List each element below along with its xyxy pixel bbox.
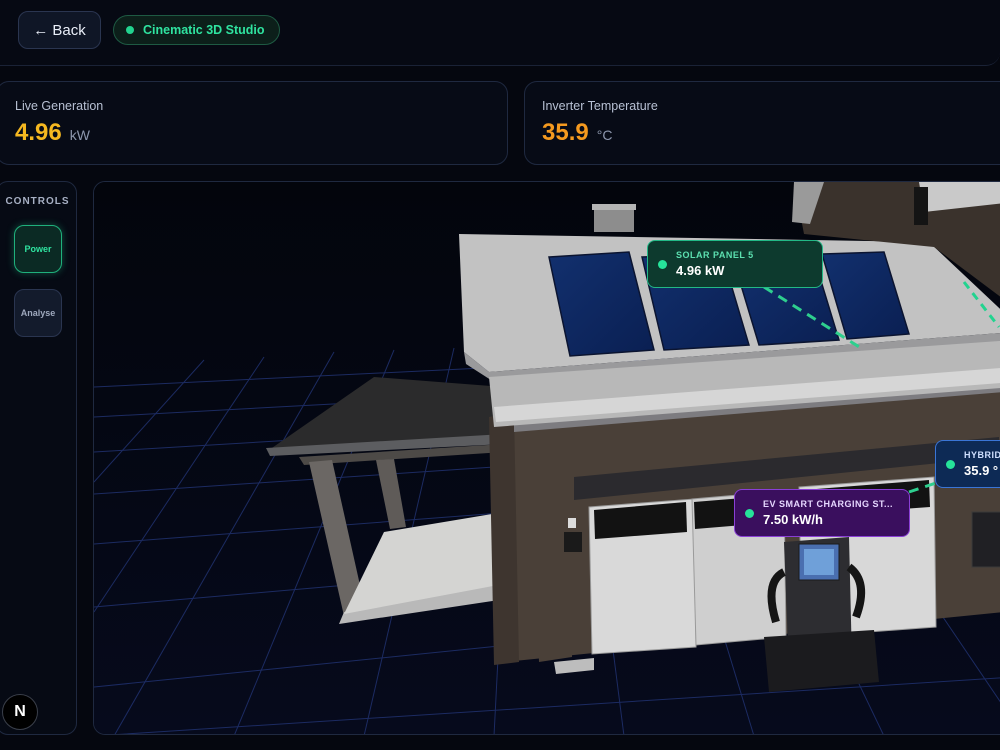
live-generation-value-row: 4.96 kW (15, 119, 90, 147)
hybrid-inverter-tag[interactable]: HYBRID 35.9 ° (935, 440, 1000, 488)
controls-title: CONTROLS (5, 196, 70, 207)
analyse-button[interactable]: Analyse (14, 289, 62, 337)
solar-tag-value: 4.96 kW (676, 263, 725, 278)
ev-tag-value: 7.50 kW/h (763, 512, 823, 527)
solar-panel-tag[interactable]: SOLAR PANEL 5 4.96 kW (647, 240, 823, 288)
inverter-temperature-unit: °C (596, 127, 613, 143)
live-generation-unit: kW (69, 127, 90, 143)
ev-status-dot-icon (745, 508, 754, 518)
inverter-temperature-value-row: 35.9 °C (542, 119, 612, 147)
solar-status-dot-icon (658, 259, 667, 269)
inverter-temperature-card: Inverter Temperature 35.9 °C (524, 81, 1000, 165)
back-button[interactable]: ← Back (18, 11, 101, 49)
controls-panel: CONTROLS Power Analyse (0, 181, 77, 735)
top-bar: ← Back Cinematic 3D Studio (0, 0, 1000, 66)
back-label: ← Back (33, 21, 86, 39)
studio-badge-label: Cinematic 3D Studio (143, 23, 265, 37)
ev-tag-title: EV SMART CHARGING ST... (763, 499, 894, 509)
inverter-temperature-value: 35.9 (542, 119, 589, 146)
live-generation-label: Live Generation (15, 99, 104, 113)
3d-viewport[interactable]: SOLAR PANEL 5 4.96 kW EV SMART CHARGING … (93, 181, 1000, 735)
solar-tag-title: SOLAR PANEL 5 (676, 250, 754, 260)
analyse-label: Analyse (20, 308, 56, 318)
n-logo-icon[interactable]: N (2, 694, 38, 730)
live-generation-value: 4.96 (15, 119, 62, 146)
live-generation-card: Live Generation 4.96 kW (0, 81, 508, 165)
hybrid-tag-title: HYBRID (964, 450, 1000, 460)
power-label: Power (24, 244, 52, 254)
3d-scene (94, 182, 1000, 734)
studio-mode-badge: Cinematic 3D Studio (113, 15, 280, 45)
power-button[interactable]: Power (14, 225, 62, 273)
n-logo-letter: N (14, 703, 26, 720)
hybrid-status-dot-icon (946, 459, 955, 469)
status-dot-icon (126, 26, 134, 34)
ev-charging-tag[interactable]: EV SMART CHARGING ST... 7.50 kW/h (734, 489, 910, 537)
hybrid-inverter (971, 511, 1000, 568)
hybrid-tag-value: 35.9 ° (964, 463, 999, 478)
inverter-temperature-label: Inverter Temperature (542, 99, 658, 113)
